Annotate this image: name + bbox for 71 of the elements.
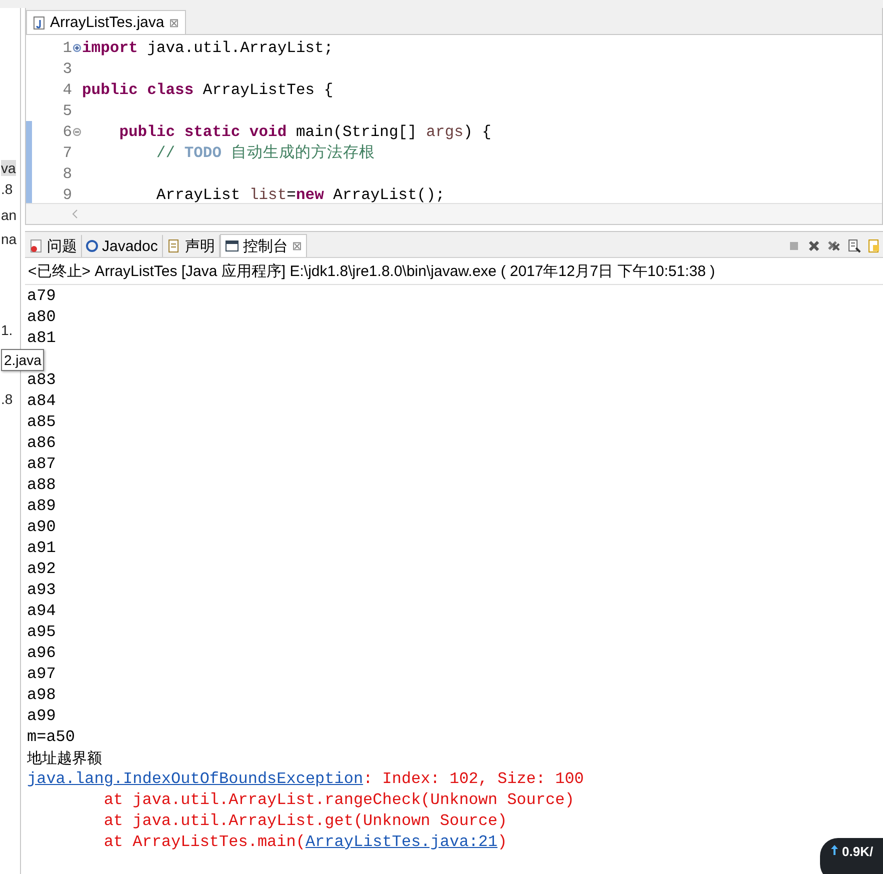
console-line: a98 — [27, 685, 56, 706]
code-line: public static void main(String[] args) { — [118, 122, 492, 140]
console-line: a86 — [27, 433, 56, 454]
line-number: 3 — [62, 60, 72, 78]
tooltip: 2.java — [1, 349, 44, 371]
console-line: java.lang.IndexOutOfBoundsException: Index: 102, Size: 100 — [27, 769, 584, 790]
file-name-fragment[interactable]: an — [1, 207, 17, 223]
tab-label: 问题 — [47, 236, 77, 256]
tab-label: Javadoc — [102, 238, 158, 254]
console-line: 地址越界额 — [27, 748, 102, 769]
view-tab[interactable]: 控制台 ⊠ — [220, 234, 307, 257]
console-line: a90 — [27, 517, 56, 538]
upload-arrow-icon — [830, 844, 839, 856]
console-line: a80 — [27, 307, 56, 328]
file-name-fragment[interactable]: .8 — [1, 181, 13, 197]
clear-console-icon[interactable] — [847, 239, 861, 253]
code-line: public class ArrayListTes { — [82, 80, 334, 98]
close-icon[interactable]: ⊠ — [292, 239, 302, 253]
console-line: a94 — [27, 601, 56, 622]
close-icon[interactable]: ⊠ — [169, 16, 180, 30]
file-name-fragment[interactable]: va — [1, 160, 16, 176]
editor-tab[interactable]: ArrayListTes.java ⊠ — [26, 10, 186, 34]
remove-icon[interactable] — [807, 239, 821, 253]
console-line: a96 — [27, 643, 56, 664]
console-line: at java.util.ArrayList.get(Unknown Source) — [102, 811, 508, 832]
source-link[interactable]: java.lang.IndexOutOfBoundsException — [27, 770, 364, 788]
line-number: 6 — [62, 122, 72, 140]
expand-icon — [73, 44, 81, 52]
console-line: a81 — [27, 328, 56, 349]
file-name-fragment[interactable]: .8 — [1, 391, 13, 407]
tab-label: ArrayListTes.java — [50, 14, 164, 31]
console-line: a79 — [27, 286, 56, 307]
line-number: 1 — [62, 38, 72, 56]
java-file-icon — [33, 16, 45, 30]
console-icon — [224, 239, 239, 253]
code-line: // TODO 自动生成的方法存根 — [155, 143, 375, 163]
remove-all-icon[interactable] — [827, 239, 841, 253]
line-number: 9 — [62, 186, 72, 203]
line-number: 4 — [62, 80, 72, 98]
console-line: a91 — [27, 538, 56, 559]
console-line: a83 — [27, 370, 56, 391]
tab-label: 声明 — [184, 236, 215, 256]
console-line: a93 — [27, 580, 56, 601]
collapse-icon — [73, 128, 81, 136]
file-name-fragment[interactable]: na — [1, 231, 17, 247]
console-line: a95 — [27, 622, 56, 643]
line-number: 5 — [62, 102, 72, 120]
console-line: a99 — [27, 706, 56, 727]
console-line: at java.util.ArrayList.rangeCheck(Unknown Source) — [102, 790, 574, 811]
code-line: ArrayList list=new ArrayList(); — [155, 186, 445, 203]
view-tab[interactable]: 问题 — [25, 235, 82, 257]
file-name-fragment[interactable]: 1. — [1, 322, 13, 338]
console-line: a85 — [27, 412, 56, 433]
tab-label: 控制台 — [242, 236, 288, 256]
upload-speed: 0.9K/ — [842, 844, 874, 861]
document-icon — [166, 239, 181, 253]
line-number: 7 — [62, 144, 72, 162]
line-number: 8 — [62, 164, 72, 182]
code-line: import java.util.ArrayList; — [82, 38, 334, 56]
console-line: m=a50 — [27, 727, 76, 748]
console-line: a84 — [27, 391, 56, 412]
view-tab[interactable]: 声明 — [162, 235, 220, 257]
console-line: at ArrayListTes.main(ArrayListTes.java:21) — [102, 832, 508, 853]
console-line: a87 — [27, 454, 56, 475]
console-line: a88 — [27, 475, 56, 496]
console-line: a97 — [27, 664, 56, 685]
console-line: a92 — [27, 559, 56, 580]
console-line: a89 — [27, 496, 56, 517]
console-header: <已终止> ArrayListTes [Java 应用程序] E:\jdk1.8\jre1.8.0\bin\javaw.exe ( 2017年12月7日 下午10:51:38 ) — [25, 258, 883, 285]
view-tab[interactable]: Javadoc — [82, 235, 163, 257]
source-link[interactable]: ArrayListTes.java:21 — [305, 833, 498, 851]
